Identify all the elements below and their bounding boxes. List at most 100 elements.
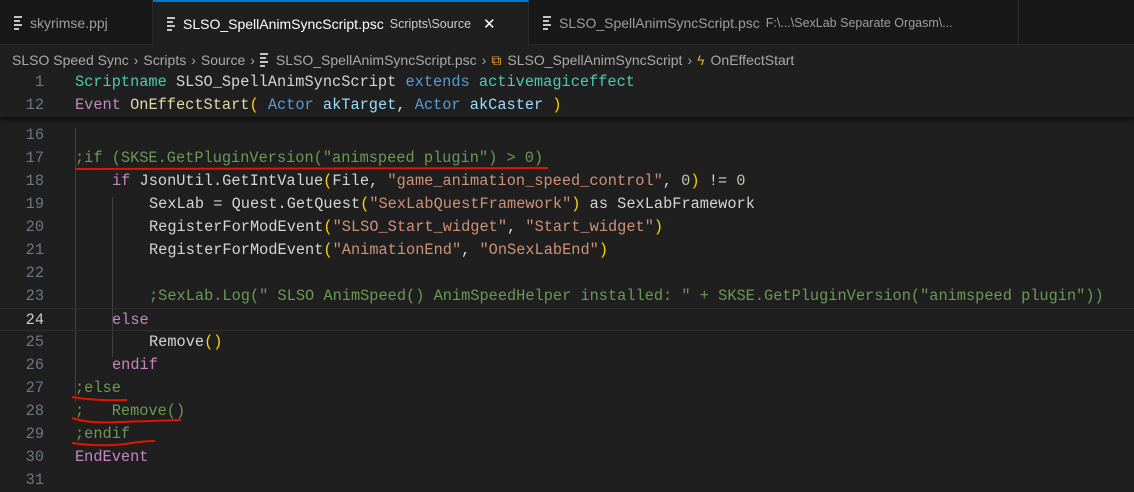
code-token: ;else (75, 379, 121, 397)
code-line[interactable]: 21 RegisterForModEvent("AnimationEnd", "O… (0, 239, 1134, 262)
code-token: ) (690, 172, 700, 190)
code-token: 0 (681, 172, 691, 190)
breadcrumb-item[interactable]: OnEffectStart (711, 52, 795, 68)
line-number: 31 (25, 471, 44, 489)
code-token: SexLab = Quest.GetQuest (149, 195, 361, 213)
line-number: 28 (25, 402, 44, 420)
code-line[interactable]: 27 ;else (0, 377, 1134, 400)
line-number: 29 (25, 425, 44, 443)
code-line[interactable]: 30 EndEvent (0, 446, 1134, 469)
line-number: 21 (25, 241, 44, 259)
code-token: extends (405, 73, 470, 91)
code-text: SexLab = Quest.GetQuest("SexLabQuestFram… (149, 193, 755, 216)
code-line[interactable]: 26 endif (0, 354, 1134, 377)
tab-label: SLSO_SpellAnimSyncScript.psc (559, 14, 760, 31)
code-line[interactable]: 28 ; Remove() (0, 400, 1134, 423)
event-lightning-icon: ϟ (697, 52, 705, 68)
code-token: , (662, 172, 682, 190)
line-number: 22 (25, 264, 44, 282)
code-text: endif (112, 354, 158, 377)
line-number: 18 (25, 172, 44, 190)
code-token: endif (112, 356, 158, 374)
code-token: OnEffectStart (130, 96, 250, 114)
code-line[interactable]: 23 ;SexLab.Log(" SLSO AnimSpeed() AnimSpe… (0, 285, 1134, 308)
code-token: , (461, 241, 480, 259)
tab-slso-spellanimsyncscript-other[interactable]: SLSO_SpellAnimSyncScript.psc F:\...\SexL… (529, 0, 1019, 45)
chevron-right-icon: › (133, 52, 139, 68)
code-text: ; Remove() (75, 400, 185, 423)
code-line[interactable]: 29 ;endif (0, 423, 1134, 446)
code-line[interactable]: 18 if JsonUtil.GetIntValue(File, "game_an… (0, 170, 1134, 193)
code-token: JsonUtil.GetIntValue (130, 172, 324, 190)
code-token: Remove (149, 333, 205, 351)
line-number: 30 (25, 448, 44, 466)
line-number: 12 (25, 96, 44, 114)
code-editor[interactable]: 1 Scriptname SLSO_SpellAnimSyncScript ext… (0, 70, 1134, 489)
code-line[interactable]: 22 (0, 262, 1134, 285)
code-token: ;endif (75, 425, 131, 443)
code-line[interactable]: 1 Scriptname SLSO_SpellAnimSyncScript ext… (0, 71, 1134, 94)
code-token: "OnSexLabEnd" (479, 241, 599, 259)
file-icon (259, 51, 268, 69)
code-token: if (112, 172, 131, 190)
code-token: Actor (267, 96, 314, 114)
line-number: 27 (25, 379, 44, 397)
code-token: akTarget (322, 96, 397, 114)
chevron-right-icon: › (481, 52, 487, 68)
breadcrumb-item[interactable]: SLSO_SpellAnimSyncScript.psc (276, 52, 477, 68)
code-line[interactable]: 25 Remove() (0, 331, 1134, 354)
line-number: 26 (25, 356, 44, 374)
code-token: activemagiceffect (478, 73, 635, 91)
code-token: "SLSO_Start_widget" (332, 218, 508, 236)
code-token: ; Remove() (75, 402, 186, 420)
tab-skyrimse-ppj[interactable]: skyrimse.ppj (0, 0, 153, 45)
code-token: RegisterForModEvent (149, 241, 324, 259)
breadcrumb-item[interactable]: Scripts (143, 52, 186, 68)
line-number: 16 (25, 126, 44, 144)
code-token: () (204, 333, 223, 351)
code-token: Event (75, 96, 121, 114)
tab-description: F:\...\SexLab Separate Orgasm\... (765, 15, 953, 30)
line-number: 20 (25, 218, 44, 236)
breadcrumb-item[interactable]: SLSO Speed Sync (12, 52, 129, 68)
file-icon (543, 14, 551, 32)
code-token: 0 (736, 172, 746, 190)
code-token: "SexLabQuestFramework" (369, 195, 572, 213)
code-token: "AnimationEnd" (332, 241, 462, 259)
close-icon[interactable]: ✕ (483, 15, 496, 33)
code-token: ;if (SKSE.GetPluginVersion("animspeed pl… (75, 149, 544, 167)
tab-slso-spellanimsyncscript-active[interactable]: SLSO_SpellAnimSyncScript.psc Scripts\Sou… (153, 0, 529, 46)
code-token: EndEvent (75, 448, 149, 466)
chevron-right-icon: › (191, 52, 196, 68)
code-text: Scriptname SLSO_SpellAnimSyncScript exte… (75, 71, 635, 94)
code-line[interactable]: 31 (0, 469, 1134, 492)
line-number: 25 (25, 333, 44, 351)
code-line[interactable]: 19 SexLab = Quest.GetQuest("SexLabQuestFr… (0, 193, 1134, 216)
code-line[interactable]: 24 else (0, 308, 1134, 331)
code-token: File, (332, 172, 388, 190)
code-line[interactable]: 20 RegisterForModEvent("SLSO_Start_widget… (0, 216, 1134, 239)
sticky-scroll[interactable]: 1 Scriptname SLSO_SpellAnimSyncScript ext… (0, 70, 1134, 117)
code-text: if JsonUtil.GetIntValue(File, "game_anim… (112, 170, 745, 193)
line-number: 1 (34, 73, 44, 91)
editor-tab-bar: skyrimse.ppj SLSO_SpellAnimSyncScript.ps… (0, 0, 1134, 46)
code-token: "Start_widget" (525, 218, 654, 236)
code-token: Scriptname (75, 73, 167, 91)
code-token: ( (323, 172, 333, 190)
breadcrumb: SLSO Speed Sync › Scripts › Source › SLS… (12, 49, 794, 71)
code-token: ) (653, 218, 664, 236)
code-token: ) (552, 96, 562, 114)
code-line[interactable]: 17 ;if (SKSE.GetPluginVersion("animspeed … (0, 147, 1134, 170)
code-line[interactable]: 16 (0, 124, 1134, 147)
tab-label: SLSO_SpellAnimSyncScript.psc (183, 16, 384, 32)
breadcrumb-item[interactable]: SLSO_SpellAnimSyncScript (507, 52, 682, 68)
breadcrumb-item[interactable]: Source (201, 52, 245, 68)
code-line[interactable]: 12 Event OnEffectStart( Actor akTarget, A… (0, 94, 1134, 117)
code-token: ( (323, 241, 333, 259)
code-text: ;endif (75, 423, 130, 446)
code-text: else (112, 309, 149, 332)
